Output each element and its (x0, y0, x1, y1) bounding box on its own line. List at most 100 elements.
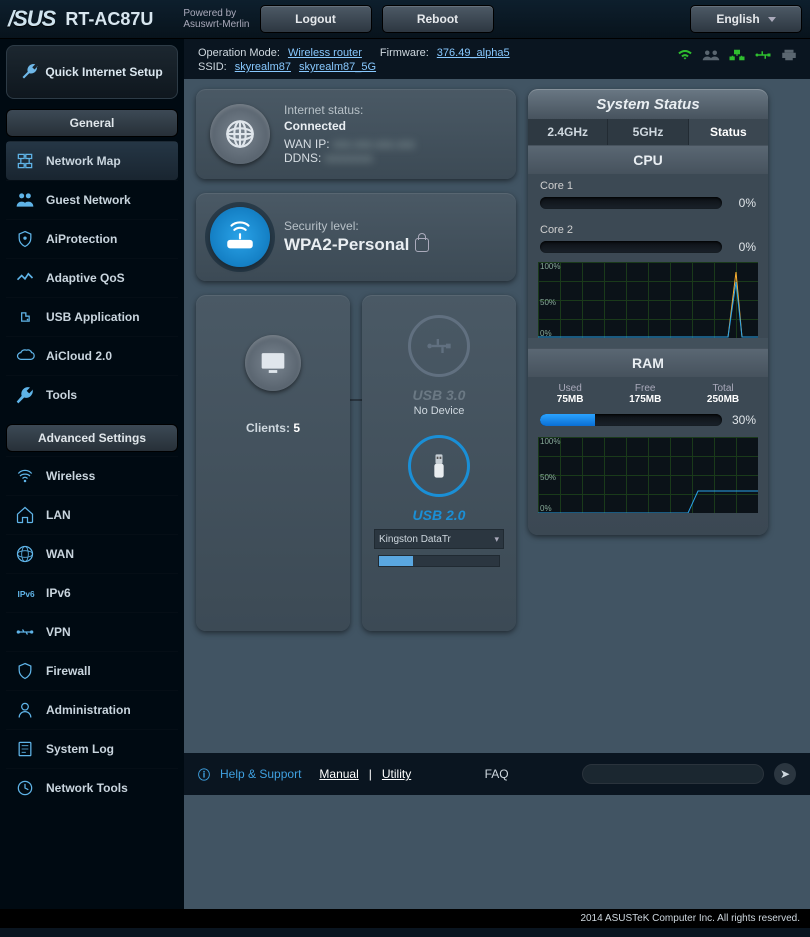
clients-label: Clients: (246, 421, 290, 435)
nav-tools[interactable]: Tools (6, 375, 178, 414)
usb2-device-name: Kingston DataTr (379, 534, 451, 545)
nav-icon (14, 699, 36, 721)
internet-status-value: Connected (284, 119, 415, 133)
nav-label: LAN (46, 508, 71, 522)
internet-status-card[interactable]: Internet status: Connected WAN IP: xxx.x… (196, 89, 516, 179)
cpu-core1-pct: 0% (730, 196, 756, 210)
logout-button[interactable]: Logout (260, 5, 372, 33)
firmware-label: Firmware: (380, 47, 429, 59)
qis-label: Quick Internet Setup (45, 65, 162, 79)
nav-aiprotection[interactable]: AiProtection (6, 219, 178, 258)
ram-total-value: 250MB (707, 394, 739, 405)
reboot-button[interactable]: Reboot (382, 5, 494, 33)
topology-column: Internet status: Connected WAN IP: xxx.x… (196, 89, 516, 631)
nav-icon (14, 465, 36, 487)
usb2-device-select[interactable]: Kingston DataTr (374, 529, 504, 549)
manual-link[interactable]: Manual (319, 767, 358, 781)
ddns-value: xxxxxxxx (325, 151, 373, 165)
nav-label: Tools (46, 388, 77, 402)
help-info-icon: ⓘ (198, 766, 210, 783)
router-model: RT-AC87U (65, 9, 153, 30)
usb2-icon[interactable] (408, 435, 470, 497)
advanced-section-header: Advanced Settings (6, 424, 178, 452)
nav-icon (14, 738, 36, 760)
nav-usb-application[interactable]: USB Application (6, 297, 178, 336)
ram-section: RAM Used75MB Free175MB Total250MB 30% 10… (528, 348, 768, 513)
ram-used-value: 75MB (557, 394, 584, 405)
nav-icon (14, 267, 36, 289)
nav-guest-network[interactable]: Guest Network (6, 180, 178, 219)
quick-internet-setup-button[interactable]: Quick Internet Setup (6, 45, 178, 99)
nav-firewall[interactable]: Firewall (6, 651, 178, 690)
svg-text:IPv6: IPv6 (18, 589, 36, 599)
usb3-status: No Device (414, 405, 465, 417)
nav-network-map[interactable]: Network Map (6, 141, 178, 180)
lock-icon (415, 238, 429, 252)
nav-label: VPN (46, 625, 71, 639)
ssid-24-link[interactable]: skyrealm87 (235, 61, 291, 73)
nav-wan[interactable]: WAN (6, 534, 178, 573)
language-select[interactable]: English (690, 5, 802, 33)
cpu-core2-bar (540, 241, 722, 253)
top-header: /SUS RT-AC87U Powered by Asuswrt-Merlin … (0, 0, 810, 39)
clients-count: 5 (293, 421, 300, 435)
nav-lan[interactable]: LAN (6, 495, 178, 534)
nav-administration[interactable]: Administration (6, 690, 178, 729)
powered-name: Asuswrt-Merlin (183, 19, 249, 30)
lan-status-icon[interactable] (728, 49, 744, 61)
status-bar: Operation Mode: Wireless router Firmware… (184, 39, 810, 79)
guest-status-icon[interactable] (702, 49, 718, 61)
usb3-icon[interactable] (408, 315, 470, 377)
asus-logo: /SUS (8, 6, 55, 32)
help-support-label: Help & Support (220, 767, 301, 781)
copyright: 2014 ASUSTeK Computer Inc. All rights re… (0, 909, 810, 928)
ssid-label: SSID: (198, 61, 227, 73)
cpu-section: CPU Core 1 0% Core 2 0% 100% 50% 0% (528, 145, 768, 338)
nav-ipv6[interactable]: IPv6IPv6 (6, 573, 178, 612)
ram-title: RAM (528, 349, 768, 377)
firmware-link[interactable]: 376.49_alpha5 (437, 47, 510, 59)
nav-label: Administration (46, 703, 131, 717)
status-icons (676, 49, 796, 61)
usb-status-icon[interactable] (754, 49, 770, 61)
nav-icon (14, 777, 36, 799)
nav-wireless[interactable]: Wireless (6, 456, 178, 495)
nav-icon (14, 543, 36, 565)
nav-adaptive-qos[interactable]: Adaptive QoS (6, 258, 178, 297)
nav-label: WAN (46, 547, 74, 561)
nav-aicloud-2-0[interactable]: AiCloud 2.0 (6, 336, 178, 375)
tab-status[interactable]: Status (689, 119, 768, 145)
nav-icon (14, 189, 36, 211)
nav-label: Network Map (46, 154, 121, 168)
general-section-header: General (6, 109, 178, 137)
faq-search-button[interactable]: ➤ (774, 763, 796, 785)
ram-bar (540, 414, 722, 426)
ssid-5-link[interactable]: skyrealm87_5G (299, 61, 376, 73)
nav-network-tools[interactable]: Network Tools (6, 768, 178, 807)
op-mode-label: Operation Mode: (198, 47, 280, 59)
ram-free-value: 175MB (629, 394, 661, 405)
cpu-core2-label: Core 2 (528, 218, 768, 238)
clients-card[interactable]: Clients: 5 (196, 295, 350, 631)
faq-search-input[interactable] (582, 764, 764, 784)
globe-icon (210, 104, 270, 164)
powered-label: Powered by (183, 8, 249, 19)
nav-label: USB Application (46, 310, 140, 324)
wifi-status-icon[interactable] (676, 49, 692, 61)
cpu-title: CPU (528, 146, 768, 174)
tab-5ghz[interactable]: 5GHz (608, 119, 688, 145)
printer-status-icon[interactable] (780, 49, 796, 61)
op-mode-link[interactable]: Wireless router (288, 47, 362, 59)
nav-system-log[interactable]: System Log (6, 729, 178, 768)
ram-pct: 30% (730, 413, 756, 427)
system-status-panel: System Status 2.4GHz 5GHz Status CPU Cor… (528, 89, 768, 535)
nav-icon (14, 150, 36, 172)
nav-vpn[interactable]: VPN (6, 612, 178, 651)
tab-24ghz[interactable]: 2.4GHz (528, 119, 608, 145)
security-card[interactable]: Security level: WPA2-Personal (196, 193, 516, 281)
nav-label: Firewall (46, 664, 91, 678)
usb2-storage-bar (378, 555, 500, 567)
security-level-label: Security level: (284, 219, 429, 233)
nav-label: Adaptive QoS (46, 271, 125, 285)
utility-link[interactable]: Utility (382, 767, 411, 781)
